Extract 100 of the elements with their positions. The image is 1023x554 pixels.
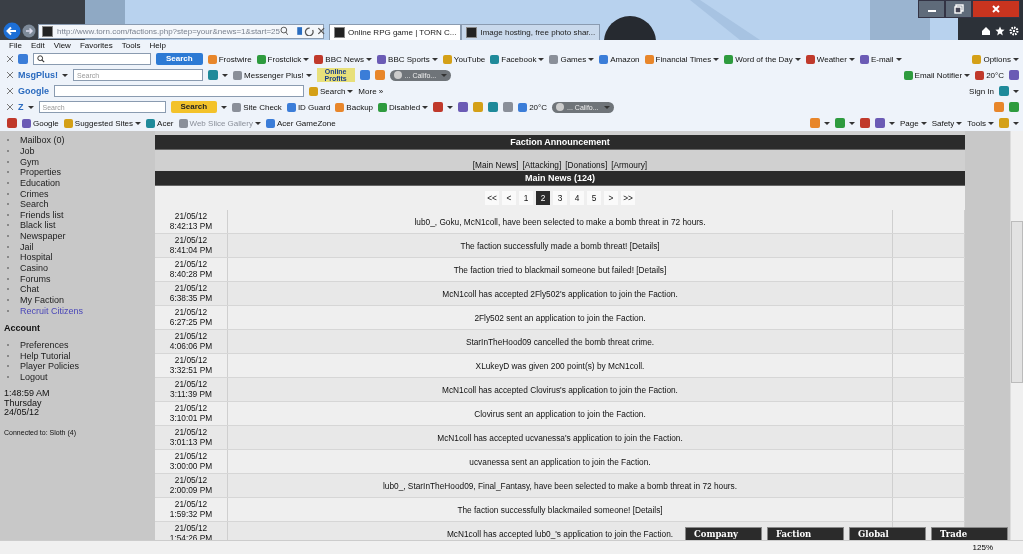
- toolbar-link[interactable]: Frostclick: [256, 54, 310, 64]
- caret-icon[interactable]: [920, 121, 927, 125]
- toolbar-logo[interactable]: Z: [18, 102, 24, 112]
- play-icon[interactable]: [556, 103, 565, 111]
- caret-icon[interactable]: [221, 105, 228, 109]
- caret-icon[interactable]: [135, 121, 142, 125]
- back-button[interactable]: [3, 22, 21, 40]
- close-icon[interactable]: [7, 104, 13, 110]
- page-button[interactable]: 1: [519, 191, 533, 205]
- close-icon[interactable]: [7, 56, 13, 62]
- sidebar-link[interactable]: Crimes: [20, 188, 49, 199]
- maximize-button[interactable]: [945, 0, 972, 18]
- scrollbar-thumb[interactable]: [1011, 221, 1023, 383]
- sidebar-link[interactable]: My Faction: [20, 294, 64, 305]
- toolbar-text[interactable]: Page: [899, 118, 927, 128]
- toolbar-link[interactable]: Word of the Day: [724, 54, 801, 64]
- app-icon[interactable]: [859, 118, 870, 128]
- page-button[interactable]: >: [604, 191, 618, 205]
- caret-icon[interactable]: [794, 57, 801, 61]
- caret-icon[interactable]: [823, 121, 830, 125]
- sidebar-link[interactable]: Mailbox (0): [20, 135, 65, 146]
- sidebar-link[interactable]: Search: [20, 199, 49, 210]
- menu-item[interactable]: Favorites: [79, 41, 113, 50]
- page-button[interactable]: <<: [485, 191, 499, 205]
- caret-icon[interactable]: [422, 105, 429, 109]
- sidebar-link[interactable]: Preferences: [20, 340, 69, 351]
- page-button[interactable]: 3: [553, 191, 567, 205]
- caret-icon[interactable]: [538, 57, 545, 61]
- chat-tab[interactable]: Trade: [931, 527, 1008, 540]
- toolbar-link[interactable]: 20°C: [975, 70, 1004, 80]
- browser-tab[interactable]: Image hosting, free photo shar...: [461, 24, 601, 40]
- caret-icon[interactable]: [956, 121, 963, 125]
- caret-icon[interactable]: [713, 57, 720, 61]
- sidebar-link[interactable]: Job: [20, 145, 35, 156]
- toolbar-link[interactable]: Email Notifier: [903, 70, 971, 80]
- toolbar-link[interactable]: Games: [549, 54, 595, 64]
- toolbar-text[interactable]: Tools: [967, 118, 994, 128]
- toolbar-link[interactable]: Google: [22, 118, 59, 128]
- sidebar-link[interactable]: Player Policies: [20, 361, 80, 372]
- menu-item[interactable]: Tools: [121, 41, 141, 50]
- caret-icon[interactable]: [848, 121, 855, 125]
- caret-icon[interactable]: [1013, 121, 1019, 125]
- address-actions-icon[interactable]: [280, 26, 326, 36]
- caret-icon[interactable]: [62, 73, 68, 77]
- app-icon[interactable]: [458, 102, 469, 112]
- sidebar-link[interactable]: Hospital: [20, 252, 53, 263]
- play-icon[interactable]: [393, 71, 402, 79]
- settings-icon[interactable]: [1009, 26, 1019, 36]
- close-icon[interactable]: [7, 72, 13, 78]
- menu-item[interactable]: View: [53, 41, 71, 50]
- sidebar-link[interactable]: Jail: [20, 241, 34, 252]
- zoom-control[interactable]: 125%: [972, 543, 993, 552]
- forward-button[interactable]: [22, 24, 36, 38]
- toolbar-logo[interactable]: MsgPlus!: [18, 70, 58, 80]
- caret-icon[interactable]: [303, 57, 310, 61]
- toolbar-link[interactable]: Weather: [805, 54, 855, 64]
- toolbar-link[interactable]: Site Check: [232, 102, 282, 112]
- toolbar-logo[interactable]: Google: [18, 86, 49, 96]
- toolbar-link[interactable]: Backup: [335, 102, 374, 112]
- toolbar-link[interactable]: E-mail: [859, 54, 902, 64]
- page-button[interactable]: <: [502, 191, 516, 205]
- toolbar-link[interactable]: BBC News: [314, 54, 373, 64]
- toolbar-link[interactable]: Frostwire: [207, 54, 252, 64]
- toolbar-link[interactable]: Amazon: [599, 54, 640, 64]
- sidebar-link[interactable]: Casino: [20, 263, 48, 273]
- close-button[interactable]: [972, 0, 1020, 18]
- caret-icon[interactable]: [27, 105, 34, 109]
- chat-tab[interactable]: Faction: [767, 527, 844, 540]
- menu-item[interactable]: File: [9, 41, 22, 50]
- toolbar-link[interactable]: Acer: [146, 118, 174, 128]
- app-icon[interactable]: [503, 102, 514, 112]
- page-button[interactable]: 5: [587, 191, 601, 205]
- page-button[interactable]: >>: [621, 191, 635, 205]
- sidebar-link[interactable]: Recruit Citizens: [20, 305, 84, 316]
- toolbar-text[interactable]: Sign In: [969, 86, 994, 96]
- toolbar-link[interactable]: BBC Sports: [377, 54, 438, 64]
- toolbar-text[interactable]: More »: [358, 86, 384, 96]
- toolbar-link[interactable]: 20°C: [518, 102, 548, 112]
- news-filter-link[interactable]: [Attacking]: [522, 160, 562, 170]
- toolbar-link[interactable]: Options: [972, 54, 1019, 64]
- sidebar-link[interactable]: Forums: [20, 273, 51, 284]
- caret-icon[interactable]: [888, 121, 895, 125]
- search-field[interactable]: [33, 53, 151, 65]
- favorites-icon[interactable]: [995, 26, 1005, 36]
- sidebar-link[interactable]: Newspaper: [20, 231, 66, 242]
- search-field[interactable]: [54, 85, 304, 97]
- news-filter-link[interactable]: [Armoury]: [611, 160, 648, 170]
- caret-icon[interactable]: [588, 57, 595, 61]
- chat-tab[interactable]: Company: [685, 527, 762, 540]
- caret-icon[interactable]: [305, 73, 312, 77]
- caret-icon[interactable]: [1013, 89, 1019, 93]
- search-button[interactable]: Search: [156, 53, 203, 65]
- app-icon[interactable]: [874, 118, 885, 128]
- caret-icon[interactable]: [347, 89, 354, 93]
- page-button[interactable]: 4: [570, 191, 584, 205]
- caret-icon[interactable]: [431, 57, 438, 61]
- toolbar-link[interactable]: Disabled: [378, 102, 429, 112]
- app-icon[interactable]: [359, 70, 370, 80]
- sidebar-link[interactable]: Education: [20, 177, 61, 188]
- sidebar-link[interactable]: Logout: [20, 372, 48, 383]
